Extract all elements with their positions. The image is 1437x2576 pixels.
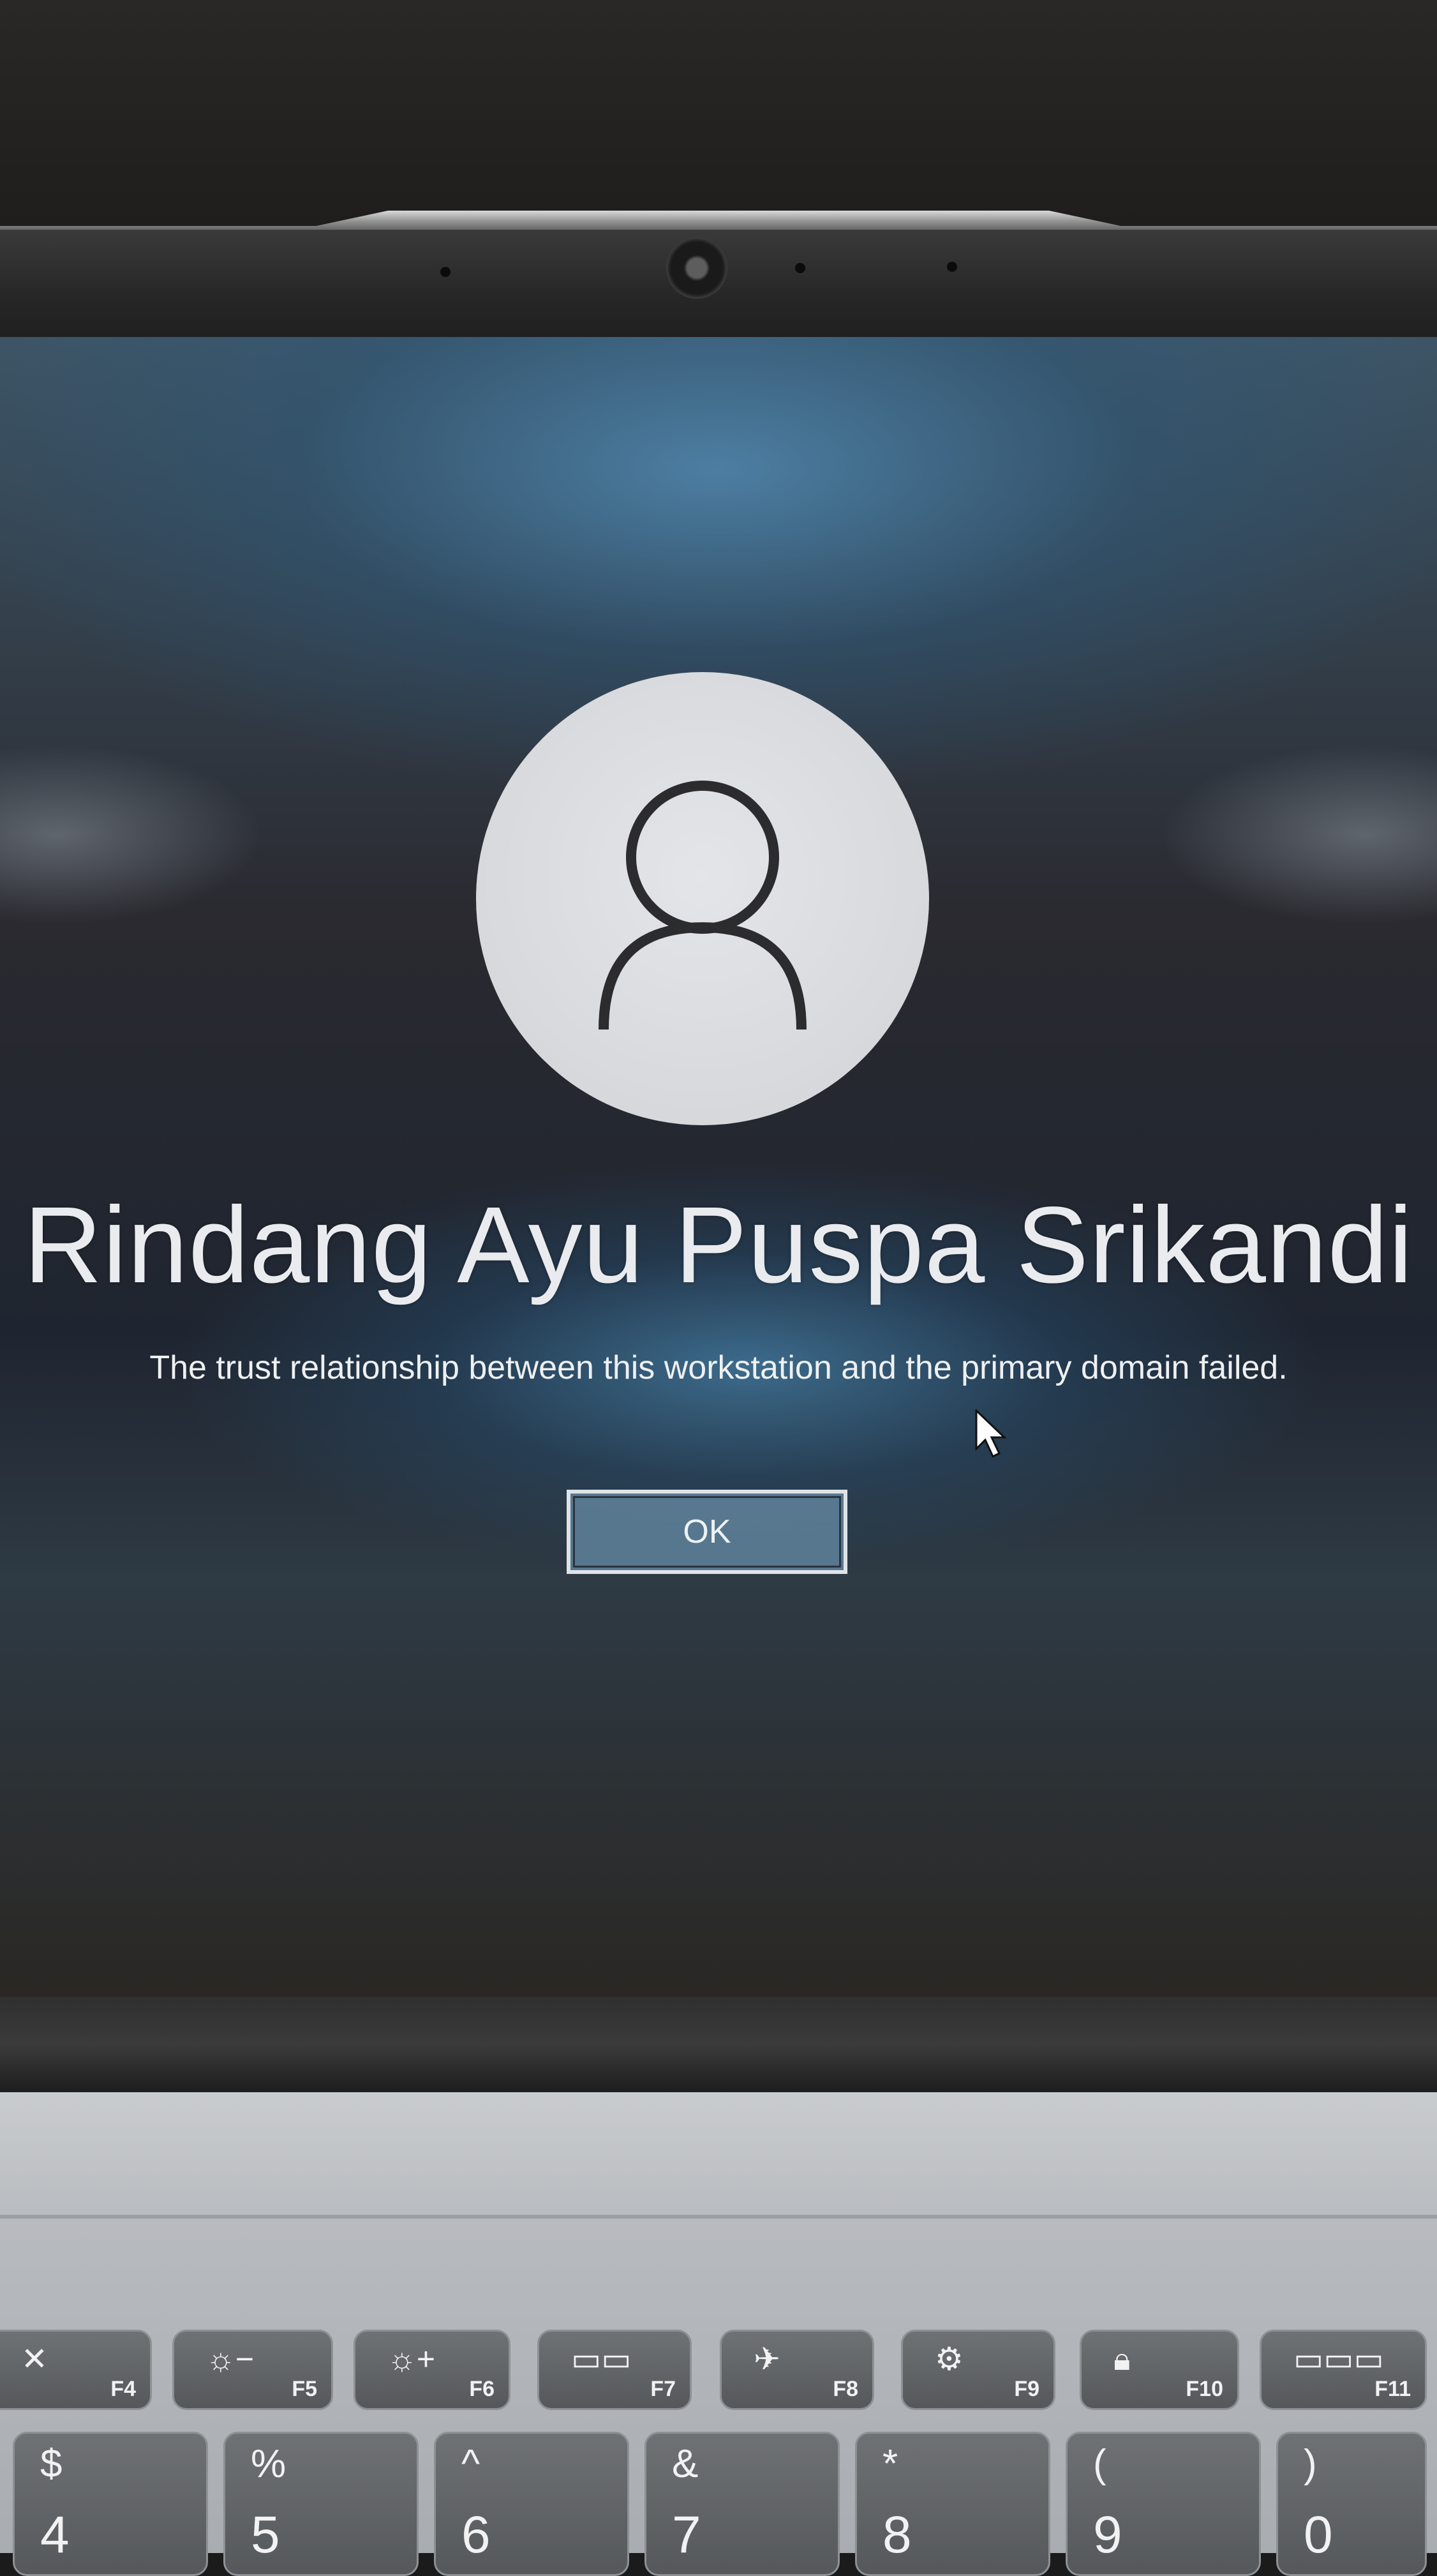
key-6[interactable]: ^ 6 [434, 2432, 629, 2576]
ok-button[interactable]: OK [567, 1490, 847, 1574]
brightness-down-icon: ☼− [206, 2341, 255, 2377]
error-message: The trust relationship between this work… [149, 1349, 1288, 1386]
key-9-main: 9 [1093, 2506, 1122, 2564]
key-8-shift: * [882, 2442, 898, 2486]
user-name: Rindang Ayu Puspa Srikandi [24, 1185, 1413, 1306]
key-f9-label: F9 [1014, 2377, 1039, 2401]
webcam-icon [666, 237, 727, 299]
key-f6[interactable]: ☼+ F6 [354, 2330, 510, 2410]
airplane-icon: ✈ [754, 2341, 780, 2377]
key-6-shift: ^ [461, 2442, 480, 2486]
key-5[interactable]: % 5 [223, 2432, 419, 2576]
key-5-shift: % [251, 2442, 287, 2486]
mic-mute-icon: ✕ [21, 2341, 48, 2377]
key-5-main: 5 [251, 2506, 280, 2564]
key-9[interactable]: ( 9 [1066, 2432, 1261, 2576]
key-8-main: 8 [882, 2506, 912, 2564]
key-f10[interactable]: 🔒︎ F10 [1080, 2330, 1239, 2410]
camera-sensor-dot [440, 267, 450, 277]
key-7[interactable]: & 7 [644, 2432, 840, 2576]
key-f7-label: F7 [650, 2377, 676, 2401]
key-f11-label: F11 [1374, 2377, 1411, 2401]
key-f11[interactable]: ▭▭▭ F11 [1260, 2330, 1427, 2410]
key-f4-label: F4 [110, 2377, 136, 2401]
key-7-shift: & [672, 2442, 699, 2486]
key-f5[interactable]: ☼− F5 [172, 2330, 333, 2410]
key-4-main: 4 [40, 2506, 70, 2564]
display-switch-icon: ▭▭ [571, 2341, 632, 2377]
key-4[interactable]: $ 4 [13, 2432, 208, 2576]
key-f10-label: F10 [1186, 2377, 1223, 2401]
key-f9[interactable]: ⚙ F9 [901, 2330, 1055, 2410]
key-0-shift: ) [1304, 2442, 1317, 2486]
key-f8[interactable]: ✈ F8 [720, 2330, 874, 2410]
key-4-shift: $ [40, 2442, 63, 2486]
person-icon [599, 781, 807, 1030]
key-0[interactable]: ) 0 [1276, 2432, 1427, 2576]
key-6-main: 6 [461, 2506, 491, 2564]
key-8[interactable]: * 8 [855, 2432, 1050, 2576]
key-0-main: 0 [1304, 2506, 1333, 2564]
deck-seam [0, 2215, 1437, 2219]
settings-icon: ⚙ [935, 2341, 964, 2377]
brightness-up-icon: ☼+ [387, 2341, 436, 2377]
mouse-cursor-icon [975, 1409, 1007, 1458]
screen-bezel-bottom [0, 1996, 1437, 2092]
key-f4[interactable]: ✕ F4 [0, 2330, 152, 2410]
key-f8-label: F8 [833, 2377, 858, 2401]
window-icon: ▭▭▭ [1293, 2341, 1384, 2377]
key-9-shift: ( [1093, 2442, 1106, 2486]
user-avatar [476, 672, 929, 1125]
camera-mic-dot [947, 262, 957, 272]
lock-screen: Rindang Ayu Puspa Srikandi The trust rel… [0, 337, 1437, 1996]
key-f5-label: F5 [292, 2377, 317, 2401]
key-7-main: 7 [672, 2506, 701, 2564]
camera-indicator-dot [795, 263, 805, 273]
key-f7[interactable]: ▭▭ F7 [537, 2330, 692, 2410]
key-f6-label: F6 [469, 2377, 495, 2401]
ok-button-focus-ring [573, 1496, 841, 1568]
lock-icon: 🔒︎ [1113, 2341, 1131, 2377]
